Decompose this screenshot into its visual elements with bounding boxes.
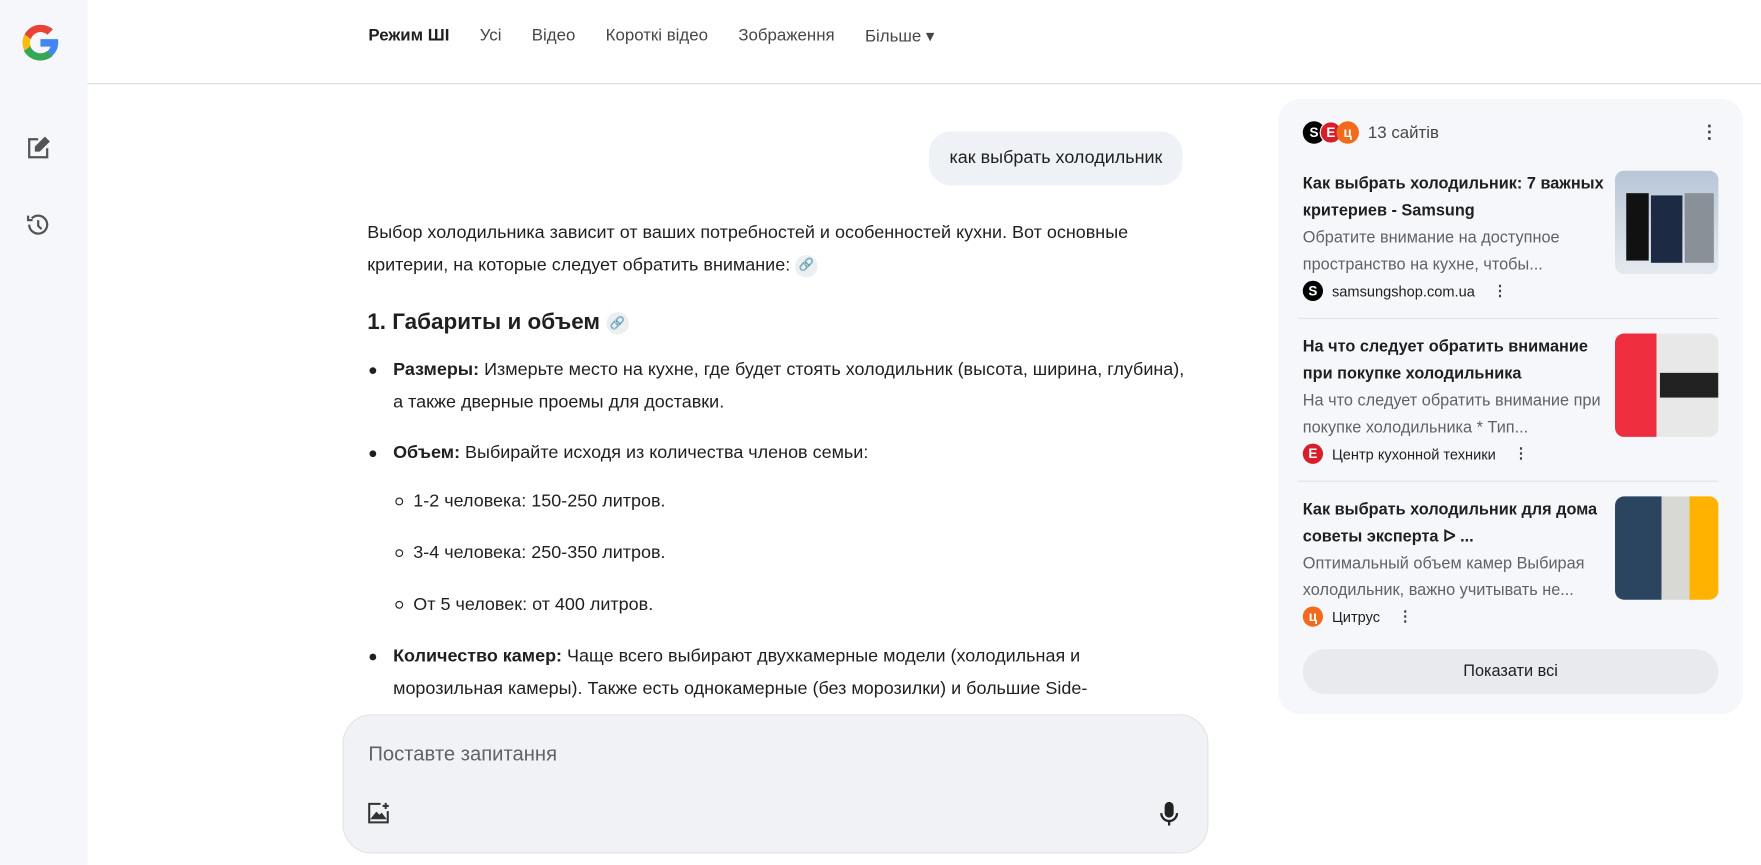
sub-list-item: От 5 человек: от 400 литров.	[393, 589, 1187, 622]
more-options-icon[interactable]: ⋮	[1493, 282, 1508, 300]
source-thumbnail	[1615, 496, 1719, 600]
list-item: Объем: Выбирайте исходя из количества чл…	[367, 437, 1187, 621]
source-snippet: Оптимальный объем камер Выбирая холодиль…	[1302, 554, 1585, 600]
tab-short-video[interactable]: Короткі відео	[606, 26, 708, 46]
answer-intro: Выбор холодильника зависит от ваших потр…	[367, 223, 1129, 278]
tab-images[interactable]: Зображення	[738, 26, 834, 46]
question-input[interactable]: Поставте запитання	[342, 714, 1209, 854]
divider	[1298, 480, 1719, 482]
source-thumbnail	[1615, 170, 1719, 275]
list-item: Количество камер: Чаще всего выбирают дв…	[367, 640, 1187, 705]
sources-header: S E ц 13 сайтів	[1302, 121, 1439, 144]
source-title[interactable]: Как выбрать холодильник для дома советы …	[1303, 496, 1606, 550]
history-icon[interactable]	[22, 209, 53, 240]
sub-list-item: 3-4 человека: 250-350 литров.	[393, 537, 1187, 570]
more-options-icon[interactable]: ⋮	[1398, 608, 1413, 626]
show-all-button[interactable]: Показати всі	[1302, 649, 1719, 695]
source-title[interactable]: На что следует обратить внимание при пок…	[1303, 334, 1606, 388]
source-site: Ssamsungshop.com.ua ⋮	[1302, 280, 1508, 301]
list-item: Размеры: Измерьте место на кухне, где бу…	[367, 354, 1187, 419]
ai-answer: Выбор холодильника зависит от ваших потр…	[367, 217, 1187, 711]
samsung-favicon: S	[1302, 280, 1324, 301]
more-options-icon[interactable]: ⋮	[1514, 445, 1529, 463]
question-placeholder: Поставте запитання	[368, 742, 558, 765]
source-thumbnail	[1615, 333, 1719, 437]
source-site: E Центр кухонной техники ⋮	[1302, 443, 1529, 464]
new-chat-icon[interactable]	[22, 133, 53, 164]
link-icon[interactable]: 🔗	[606, 311, 629, 335]
source-title[interactable]: Как выбрать холодильник: 7 важных критер…	[1303, 171, 1606, 225]
sub-list-item: 1-2 человека: 150-250 литров.	[393, 485, 1187, 518]
tab-video[interactable]: Відео	[532, 26, 576, 46]
citrus-favicon: ц	[1302, 606, 1324, 627]
search-tabs: Режим ШІ Усі Відео Короткі відео Зображе…	[368, 26, 934, 46]
header: Режим ШІ Усі Відео Короткі відео Зображе…	[87, 0, 1761, 85]
tab-more[interactable]: Більше ▾	[865, 26, 934, 46]
sources-count: 13 сайтів	[1367, 122, 1439, 143]
source-snippet: Обратите внимание на доступное пространс…	[1302, 229, 1560, 275]
kitchen-center-favicon: E	[1302, 443, 1324, 464]
source-site: ц Цитрус ⋮	[1302, 606, 1413, 627]
link-icon[interactable]: 🔗	[795, 254, 818, 278]
google-logo[interactable]	[18, 20, 63, 65]
section-title: 1. Габариты и объем 🔗	[367, 307, 1187, 338]
tab-ai-mode[interactable]: Режим ШІ	[368, 26, 449, 46]
divider	[1298, 317, 1719, 319]
user-query-bubble: как выбрать холодильник	[929, 131, 1183, 186]
more-options-icon[interactable]: ⋮	[1700, 121, 1718, 143]
source-card[interactable]: На что следует обратить внимание при пок…	[1302, 333, 1719, 480]
microphone-icon[interactable]	[1158, 801, 1180, 834]
tab-all[interactable]: Усі	[480, 26, 502, 46]
sources-panel: S E ц 13 сайтів ⋮ Как выбрать холодильни…	[1278, 98, 1744, 715]
source-favicons: S E ц	[1302, 121, 1359, 144]
source-card[interactable]: Как выбрать холодильник: 7 важных критер…	[1302, 170, 1719, 317]
sidebar	[0, 0, 88, 865]
add-image-icon[interactable]	[366, 801, 391, 831]
citrus-favicon: ц	[1336, 121, 1359, 144]
source-snippet: На что следует обратить внимание при пок…	[1302, 391, 1601, 437]
source-card[interactable]: Как выбрать холодильник для дома советы …	[1302, 496, 1719, 642]
